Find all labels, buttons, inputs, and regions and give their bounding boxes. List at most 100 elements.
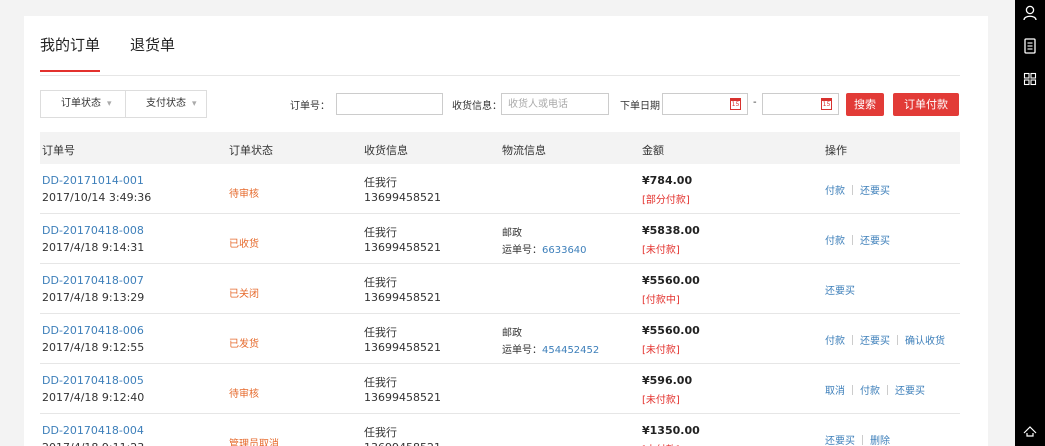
tracking-info: 运单号：6633640	[502, 241, 587, 256]
order-amount: ¥5560.00	[642, 324, 700, 337]
table-row: DD-20170418-004 2017/4/18 9:11:23 管理员取消 任我行…	[40, 414, 960, 446]
document-icon[interactable]	[1023, 38, 1037, 54]
col-actions: 操作	[825, 144, 847, 157]
orders-panel: 我的订单 退货单 订单状态 ▾ 支付状态 ▾ 订单号： 收货信息： 下单日期 15 …	[24, 16, 988, 446]
grid-icon[interactable]	[1023, 72, 1037, 86]
receiver-phone: 13699458521	[364, 191, 441, 204]
col-receiver: 收货信息	[364, 144, 408, 157]
order-amount: ¥784.00	[642, 174, 693, 187]
order-amount: ¥5838.00	[642, 224, 700, 237]
receiver-phone: 13699458521	[364, 341, 441, 354]
receiver-input[interactable]	[501, 93, 609, 115]
row-actions: 付款 还要买 确认收货	[825, 332, 945, 347]
tracking-number-link[interactable]: 6633640	[542, 245, 587, 256]
col-logistics: 物流信息	[502, 144, 546, 157]
op-separator	[862, 435, 863, 445]
tab-returns[interactable]: 退货单	[130, 34, 175, 56]
row-action-link[interactable]: 付款	[825, 236, 845, 247]
order-status: 待审核	[229, 389, 259, 400]
tracking-info: 运单号：454452452	[502, 341, 599, 356]
order-pay-button[interactable]: 订单付款	[893, 93, 959, 116]
order-number-link[interactable]: DD-20170418-007	[42, 274, 144, 287]
order-status-dropdown[interactable]: 订单状态 ▾	[40, 90, 126, 118]
order-status: 管理员取消	[229, 439, 279, 446]
row-actions: 付款 还要买	[825, 232, 890, 247]
order-number-link[interactable]: DD-20170418-006	[42, 324, 144, 337]
op-separator	[852, 335, 853, 345]
row-actions: 还要买 删除	[825, 432, 890, 446]
op-separator	[887, 385, 888, 395]
order-amount: ¥596.00	[642, 374, 693, 387]
receiver-name: 任我行	[364, 176, 397, 189]
receiver-label: 收货信息：	[452, 101, 502, 112]
row-actions: 还要买	[825, 282, 855, 297]
user-icon[interactable]	[1023, 5, 1037, 21]
tracking-label: 运单号：	[502, 345, 542, 356]
order-no-input[interactable]	[336, 93, 443, 115]
op-separator	[852, 385, 853, 395]
date-separator: -	[753, 97, 757, 108]
row-action-link[interactable]: 还要买	[860, 236, 890, 247]
order-status: 待审核	[229, 189, 259, 200]
calendar-icon[interactable]: 15	[730, 98, 741, 110]
table-row: DD-20170418-005 2017/4/18 9:12:40 待审核 任我行 13…	[40, 364, 960, 414]
row-action-link[interactable]: 还要买	[860, 186, 890, 197]
row-action-link[interactable]: 付款	[860, 386, 880, 397]
row-action-link[interactable]: 还要买	[895, 386, 925, 397]
table-row: DD-20170418-006 2017/4/18 9:12:55 已发货 任我行 13…	[40, 314, 960, 364]
tracking-label: 运单号：	[502, 245, 542, 256]
order-date-label: 下单日期	[620, 101, 660, 112]
payment-state: [付款中]	[642, 295, 680, 306]
row-action-link[interactable]: 确认收货	[905, 336, 945, 347]
order-number-link[interactable]: DD-20170418-004	[42, 424, 144, 437]
col-order-no: 订单号	[42, 144, 75, 157]
tracking-number-link[interactable]: 454452452	[542, 345, 599, 356]
table-row: DD-20170418-007 2017/4/18 9:13:29 已关闭 任我行 13…	[40, 264, 960, 314]
order-status: 已关闭	[229, 289, 259, 300]
order-status: 已收货	[229, 239, 259, 250]
op-separator	[852, 235, 853, 245]
row-action-link[interactable]: 删除	[870, 436, 890, 446]
receiver-phone: 13699458521	[364, 291, 441, 304]
row-action-link[interactable]: 还要买	[825, 436, 855, 446]
row-action-link[interactable]: 付款	[825, 186, 845, 197]
receiver-name: 任我行	[364, 276, 397, 289]
order-time: 2017/10/14 3:49:36	[42, 191, 152, 204]
order-number-link[interactable]: DD-20170418-005	[42, 374, 144, 387]
row-action-link[interactable]: 还要买	[860, 336, 890, 347]
receiver-phone: 13699458521	[364, 391, 441, 404]
receiver-name: 任我行	[364, 226, 397, 239]
row-action-link[interactable]: 取消	[825, 386, 845, 397]
receiver-phone: 13699458521	[364, 241, 441, 254]
col-order-status: 订单状态	[229, 144, 273, 157]
row-actions: 付款 还要买	[825, 182, 890, 197]
tab-my-orders[interactable]: 我的订单	[40, 34, 101, 72]
filter-bar: 订单状态 ▾ 支付状态 ▾ 订单号： 收货信息： 下单日期 15 - 15 搜索 订…	[40, 90, 960, 120]
order-time: 2017/4/18 9:14:31	[42, 241, 145, 254]
order-no-label: 订单号：	[290, 101, 330, 112]
op-separator	[897, 335, 898, 345]
arrow-up-icon[interactable]	[1023, 424, 1037, 438]
row-action-link[interactable]: 还要买	[825, 286, 855, 297]
pay-status-dropdown[interactable]: 支付状态 ▾	[125, 90, 207, 118]
chevron-down-icon: ▾	[192, 99, 197, 109]
order-number-link[interactable]: DD-20170418-008	[42, 224, 144, 237]
order-time: 2017/4/18 9:12:40	[42, 391, 145, 404]
table-row: DD-20171014-001 2017/10/14 3:49:36 待审核 任我行 1…	[40, 164, 960, 214]
payment-state: [部分付款]	[642, 195, 690, 206]
chevron-down-icon: ▾	[107, 99, 112, 109]
table-header: 订单号 订单状态 收货信息 物流信息 金额 操作	[40, 132, 960, 164]
row-action-link[interactable]: 付款	[825, 336, 845, 347]
pay-status-label: 支付状态	[146, 98, 186, 109]
order-status: 已发货	[229, 339, 259, 350]
carrier-name: 邮政	[502, 228, 522, 239]
order-tabs: 我的订单 退货单	[40, 34, 960, 76]
calendar-icon[interactable]: 15	[821, 98, 832, 110]
order-time: 2017/4/18 9:12:55	[42, 341, 145, 354]
op-separator	[852, 185, 853, 195]
search-button[interactable]: 搜索	[846, 93, 884, 116]
order-number-link[interactable]: DD-20171014-001	[42, 174, 144, 187]
payment-state: [未付款]	[642, 395, 680, 406]
order-status-label: 订单状态	[61, 98, 101, 109]
receiver-name: 任我行	[364, 326, 397, 339]
